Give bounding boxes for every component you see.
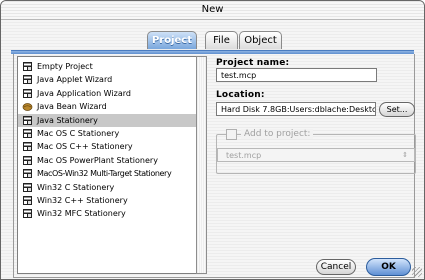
list-item-label: Win32 MFC Stationery bbox=[37, 209, 126, 219]
project-doc-icon bbox=[23, 209, 32, 219]
list-item-label: Mac OS C++ Stationery bbox=[37, 142, 133, 152]
project-doc-icon bbox=[23, 115, 32, 125]
project-doc-icon bbox=[23, 169, 32, 179]
resize-grip-icon[interactable] bbox=[412, 267, 422, 277]
add-to-project-checkbox[interactable] bbox=[226, 129, 237, 140]
list-item-label: Mac OS PowerPlant Stationery bbox=[37, 155, 158, 165]
new-dialog-window: New Project File Object Empty Project Jav… bbox=[0, 0, 425, 280]
add-to-project-popup-value: test.mcp bbox=[226, 151, 262, 160]
project-doc-icon bbox=[23, 182, 32, 192]
project-name-label: Project name: bbox=[216, 58, 290, 68]
tab-object[interactable]: Object bbox=[239, 31, 282, 49]
tab-project[interactable]: Project bbox=[147, 31, 197, 49]
list-item-label: Java Applet Wizard bbox=[37, 75, 113, 85]
set-location-button[interactable]: Set... bbox=[379, 102, 415, 117]
popup-arrows-icon: ⇕ bbox=[402, 151, 408, 159]
project-doc-icon bbox=[23, 155, 32, 165]
add-to-project-label: Add to project: bbox=[241, 129, 314, 139]
list-scrollbar[interactable] bbox=[196, 56, 207, 274]
project-name-input[interactable]: test.mcp bbox=[216, 68, 377, 82]
list-item-label: Win32 C Stationery bbox=[37, 182, 115, 192]
location-label: Location: bbox=[216, 90, 265, 100]
tab-bar: Project File Object bbox=[1, 31, 424, 51]
add-to-project-popup[interactable]: test.mcp ⇕ bbox=[217, 148, 415, 162]
coffee-bean-icon bbox=[22, 103, 33, 112]
list-item-label: Java Application Wizard bbox=[37, 88, 131, 98]
project-doc-icon bbox=[23, 88, 32, 98]
stationery-list[interactable]: Empty Project Java Applet Wizard Java Appl… bbox=[17, 56, 207, 274]
project-doc-icon bbox=[23, 62, 32, 71]
location-field[interactable]: Hard Disk 7.8GB:Users:dblache:Desktop:t bbox=[216, 102, 376, 116]
list-item-label: MacOS-Win32 Multi-Target Stationery bbox=[37, 169, 172, 179]
ok-button[interactable]: OK bbox=[366, 258, 411, 276]
list-item-label: Java Stationery bbox=[37, 115, 98, 125]
list-item-label: Java Bean Wizard bbox=[37, 102, 107, 112]
list-item-label: Win32 C++ Stationery bbox=[37, 196, 128, 205]
tab-file[interactable]: File bbox=[205, 31, 238, 49]
project-doc-icon bbox=[23, 196, 32, 205]
list-item-label: Empty Project bbox=[37, 62, 93, 71]
project-doc-icon bbox=[23, 129, 32, 138]
project-doc-icon bbox=[23, 75, 32, 85]
window-title: New bbox=[1, 1, 424, 20]
cancel-button[interactable]: Cancel bbox=[316, 259, 356, 275]
project-doc-icon bbox=[23, 142, 32, 152]
list-item-label: Mac OS C Stationery bbox=[37, 129, 120, 138]
